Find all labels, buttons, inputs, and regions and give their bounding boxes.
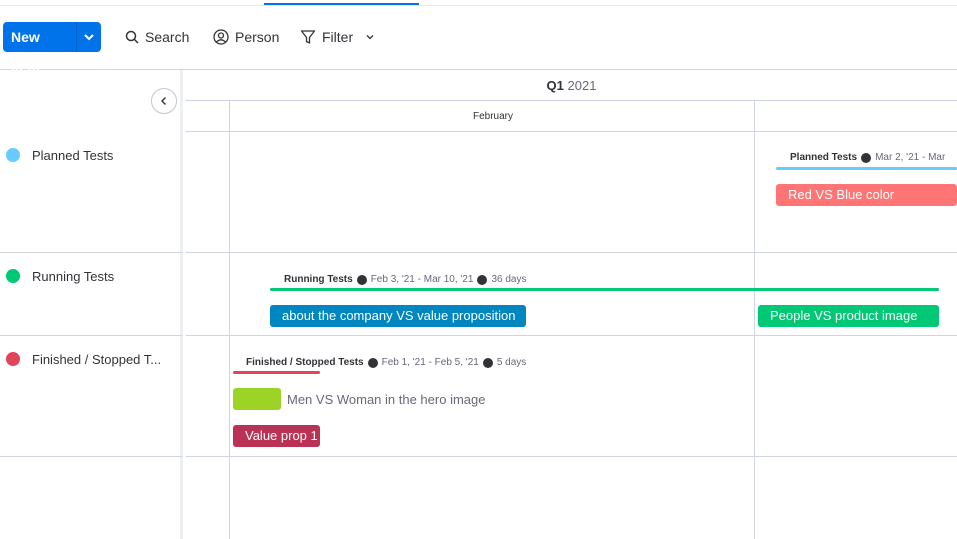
group-label: Planned Tests: [32, 148, 114, 163]
person-filter-button[interactable]: Person: [213, 22, 279, 52]
search-label: Search: [145, 29, 190, 45]
collapse-panel-button[interactable]: [151, 88, 177, 114]
chevron-left-icon: [161, 97, 166, 105]
new-item-dropdown-button[interactable]: [77, 22, 101, 52]
separator-dot: [482, 357, 493, 368]
active-tab-indicator: [264, 3, 419, 5]
group-color-dot: [6, 352, 20, 366]
group-label: Running Tests: [32, 269, 115, 284]
group-row-planned[interactable]: Planned Tests: [0, 132, 183, 253]
finished-group-header: Finished / Stopped Tests Feb 1, '21 - Fe…: [246, 357, 526, 368]
separator-dot: [367, 357, 378, 368]
timeline-item-men-vs-woman-label: Men VS Woman in the hero image: [287, 392, 486, 407]
separator-dot: [477, 274, 488, 285]
finished-group-span: [233, 371, 320, 374]
new-item-split-button: New Item: [3, 22, 101, 75]
group-label: Finished / Stopped T...: [32, 352, 162, 367]
lane-divider: [186, 335, 957, 336]
planned-group-header: Planned Tests Mar 2, '21 - Mar: [790, 152, 945, 163]
group-color-dot: [6, 269, 20, 283]
board-toolbar: New Item Search Person Filter: [0, 6, 957, 75]
quarter-label: Q1: [546, 78, 564, 93]
group-header-range: Mar 2, '21 - Mar: [875, 152, 946, 163]
separator-dot: [356, 274, 367, 285]
group-header-name: Planned Tests: [790, 152, 858, 163]
chevron-down-icon: [366, 35, 374, 40]
search-icon: [125, 30, 139, 44]
search-button[interactable]: Search: [125, 22, 189, 52]
group-row-finished[interactable]: Finished / Stopped T...: [0, 336, 183, 457]
timeline-item-red-vs-blue[interactable]: Red VS Blue color: [776, 184, 957, 206]
separator-dot: [861, 152, 872, 163]
new-item-button[interactable]: New Item: [3, 22, 77, 75]
running-group-header: Running Tests Feb 3, '21 - Mar 10, '21 3…: [284, 274, 527, 285]
person-icon: [213, 29, 229, 45]
timeline-item-about-company[interactable]: about the company VS value proposition: [270, 305, 526, 327]
group-row-running[interactable]: Running Tests: [0, 253, 183, 336]
lane-divider: [186, 456, 957, 457]
group-header-range: Feb 3, '21 - Mar 10, '21: [370, 274, 474, 285]
chevron-down-icon: [84, 34, 94, 41]
lane-divider: [186, 252, 957, 253]
timeline-item-people-vs-product[interactable]: People VS product image: [758, 305, 939, 327]
quarter-year: 2021: [567, 78, 597, 93]
group-list-panel: Planned Tests Running Tests Finished / S…: [0, 70, 183, 539]
group-header-duration: 36 days: [491, 274, 527, 285]
month-divider: [754, 101, 755, 539]
filter-icon: [300, 30, 316, 44]
group-header-duration: 5 days: [496, 357, 527, 368]
running-group-span: [270, 288, 939, 291]
month-header: February: [186, 101, 957, 132]
month-divider: [229, 101, 230, 539]
group-header-range: Feb 1, '21 - Feb 5, '21: [381, 357, 479, 368]
timeline-item-value-prop[interactable]: Value prop 1: [233, 425, 320, 447]
timeline-item-men-vs-woman-bar[interactable]: [233, 388, 281, 410]
group-header-name: Finished / Stopped Tests: [246, 357, 364, 368]
quarter-header: Q1 2021: [186, 70, 957, 101]
filter-label: Filter: [322, 29, 354, 45]
filter-button[interactable]: Filter: [300, 22, 375, 52]
group-color-dot: [6, 148, 20, 162]
group-header-name: Running Tests: [284, 274, 353, 285]
month-label: February: [472, 111, 513, 122]
timeline-area: Q1 2021 February Planned Tests Mar 2, '2…: [186, 70, 957, 539]
person-label: Person: [235, 29, 280, 45]
planned-group-span: [776, 167, 957, 170]
